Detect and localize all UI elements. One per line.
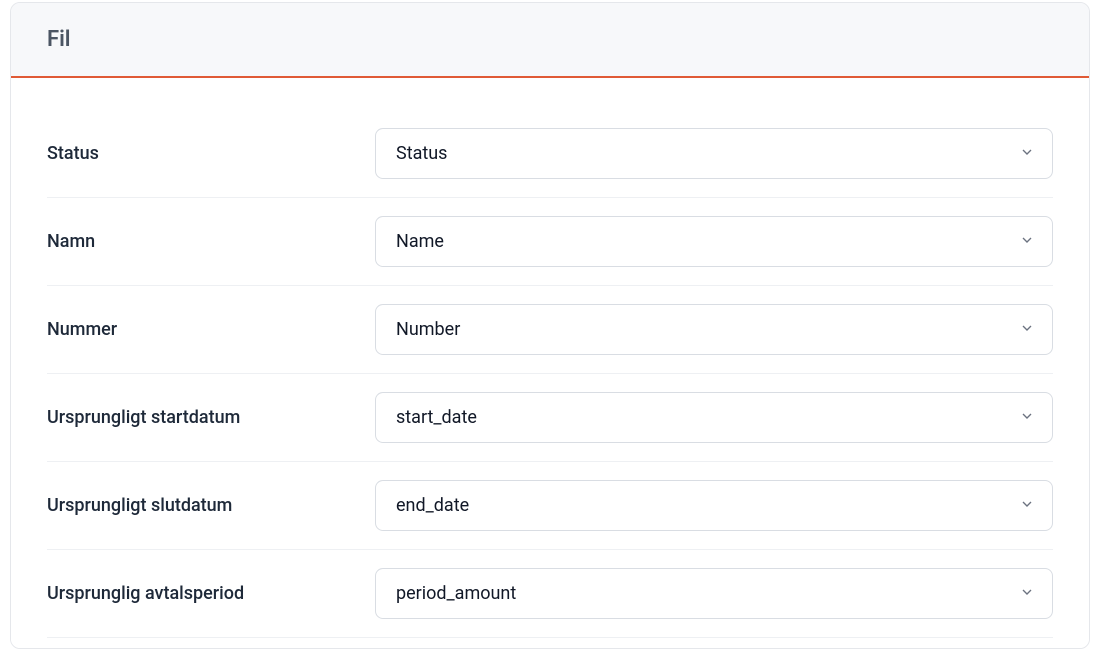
- select-end-date-wrapper: end_date: [375, 480, 1053, 531]
- select-number-wrapper: Number: [375, 304, 1053, 355]
- select-name[interactable]: Name: [375, 216, 1053, 267]
- form-row-start-date: Ursprungligt startdatum start_date: [47, 374, 1053, 462]
- label-status: Status: [47, 143, 375, 164]
- label-start-date: Ursprungligt startdatum: [47, 407, 375, 428]
- select-number[interactable]: Number: [375, 304, 1053, 355]
- card-title: Fil: [47, 27, 1053, 52]
- select-status-value: Status: [396, 143, 447, 164]
- form-row-status: Status Status: [47, 128, 1053, 198]
- select-start-date-wrapper: start_date: [375, 392, 1053, 443]
- label-end-date: Ursprungligt slutdatum: [47, 495, 375, 516]
- select-end-date[interactable]: end_date: [375, 480, 1053, 531]
- card-body: Status Status Namn Name: [11, 78, 1089, 648]
- select-name-value: Name: [396, 231, 444, 252]
- label-period-amount: Ursprunglig avtalsperiod: [47, 583, 375, 604]
- file-mapping-card: Fil Status Status Namn Name: [10, 2, 1090, 649]
- select-start-date[interactable]: start_date: [375, 392, 1053, 443]
- select-start-date-value: start_date: [396, 407, 477, 428]
- select-end-date-value: end_date: [396, 495, 469, 516]
- select-period-amount-wrapper: period_amount: [375, 568, 1053, 619]
- label-number: Nummer: [47, 319, 375, 340]
- select-status-wrapper: Status: [375, 128, 1053, 179]
- card-header: Fil: [11, 3, 1089, 78]
- form-row-name: Namn Name: [47, 198, 1053, 286]
- label-name: Namn: [47, 231, 375, 252]
- select-number-value: Number: [396, 319, 460, 340]
- form-row-number: Nummer Number: [47, 286, 1053, 374]
- select-period-amount-value: period_amount: [396, 583, 516, 604]
- select-period-amount[interactable]: period_amount: [375, 568, 1053, 619]
- form-row-period-amount: Ursprunglig avtalsperiod period_amount: [47, 550, 1053, 638]
- select-status[interactable]: Status: [375, 128, 1053, 179]
- form-row-end-date: Ursprungligt slutdatum end_date: [47, 462, 1053, 550]
- select-name-wrapper: Name: [375, 216, 1053, 267]
